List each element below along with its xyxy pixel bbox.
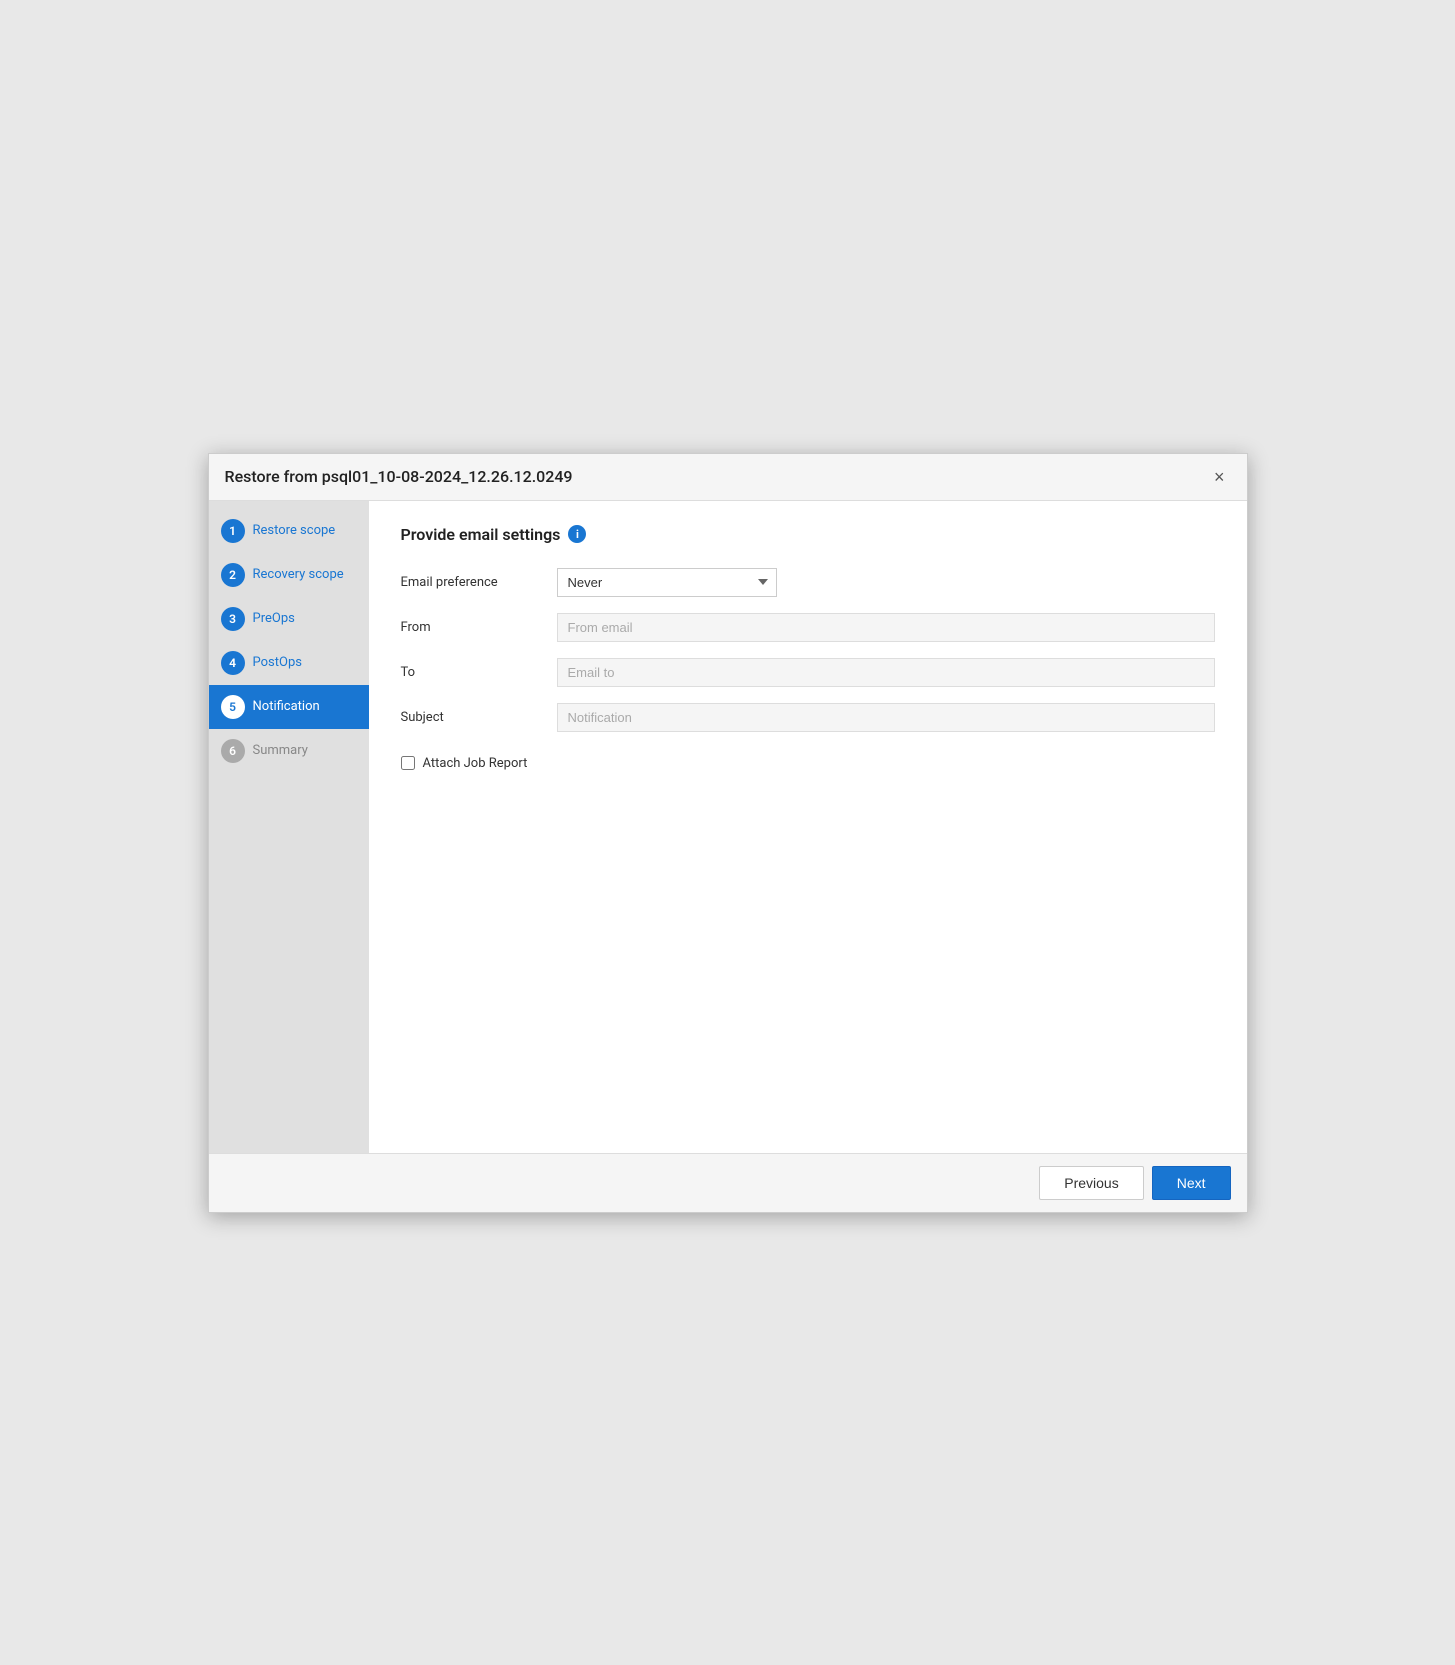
to-email-input[interactable] [557,658,1215,687]
from-email-input[interactable] [557,613,1215,642]
main-content: Provide email settings i Email preferenc… [369,501,1247,1153]
sidebar-item-label-restore-scope: Restore scope [253,523,336,538]
sidebar-item-label-postops: PostOps [253,655,302,670]
dialog-body: 1 Restore scope 2 Recovery scope 3 PreOp… [209,501,1247,1153]
sidebar-item-summary: 6 Summary [209,729,369,773]
email-preference-select[interactable]: Never On Success On Failure Always [557,568,777,597]
section-header: Provide email settings i [401,525,1215,544]
sidebar-item-notification[interactable]: 5 Notification [209,685,369,729]
attach-job-report-label[interactable]: Attach Job Report [423,756,528,771]
next-button[interactable]: Next [1152,1166,1231,1200]
dialog-titlebar: Restore from psql01_10-08-2024_12.26.12.… [209,454,1247,501]
section-title: Provide email settings [401,525,561,544]
subject-input[interactable] [557,703,1215,732]
step-badge-3: 3 [221,607,245,631]
email-settings-form: Email preference Never On Success On Fai… [401,568,1215,771]
sidebar: 1 Restore scope 2 Recovery scope 3 PreOp… [209,501,369,1153]
step-badge-2: 2 [221,563,245,587]
sidebar-item-label-notification: Notification [253,699,320,714]
sidebar-item-preops[interactable]: 3 PreOps [209,597,369,641]
email-preference-label: Email preference [401,575,541,590]
attach-job-report-row: Attach Job Report [401,756,1215,771]
attach-job-report-checkbox[interactable] [401,756,415,770]
to-label: To [401,665,541,680]
from-label: From [401,620,541,635]
email-preference-select-wrapper: Never On Success On Failure Always [557,568,1215,597]
sidebar-item-recovery-scope[interactable]: 2 Recovery scope [209,553,369,597]
previous-button[interactable]: Previous [1039,1166,1143,1200]
sidebar-item-label-preops: PreOps [253,611,295,626]
sidebar-item-postops[interactable]: 4 PostOps [209,641,369,685]
sidebar-item-restore-scope[interactable]: 1 Restore scope [209,509,369,553]
step-badge-5: 5 [221,695,245,719]
info-icon[interactable]: i [568,525,586,543]
step-badge-1: 1 [221,519,245,543]
subject-label: Subject [401,710,541,725]
dialog-title: Restore from psql01_10-08-2024_12.26.12.… [225,467,573,486]
sidebar-item-label-summary: Summary [253,743,308,758]
sidebar-item-label-recovery-scope: Recovery scope [253,567,344,582]
close-button[interactable]: × [1208,466,1231,488]
step-badge-4: 4 [221,651,245,675]
restore-dialog: Restore from psql01_10-08-2024_12.26.12.… [208,453,1248,1213]
step-badge-6: 6 [221,739,245,763]
dialog-footer: Previous Next [209,1153,1247,1212]
